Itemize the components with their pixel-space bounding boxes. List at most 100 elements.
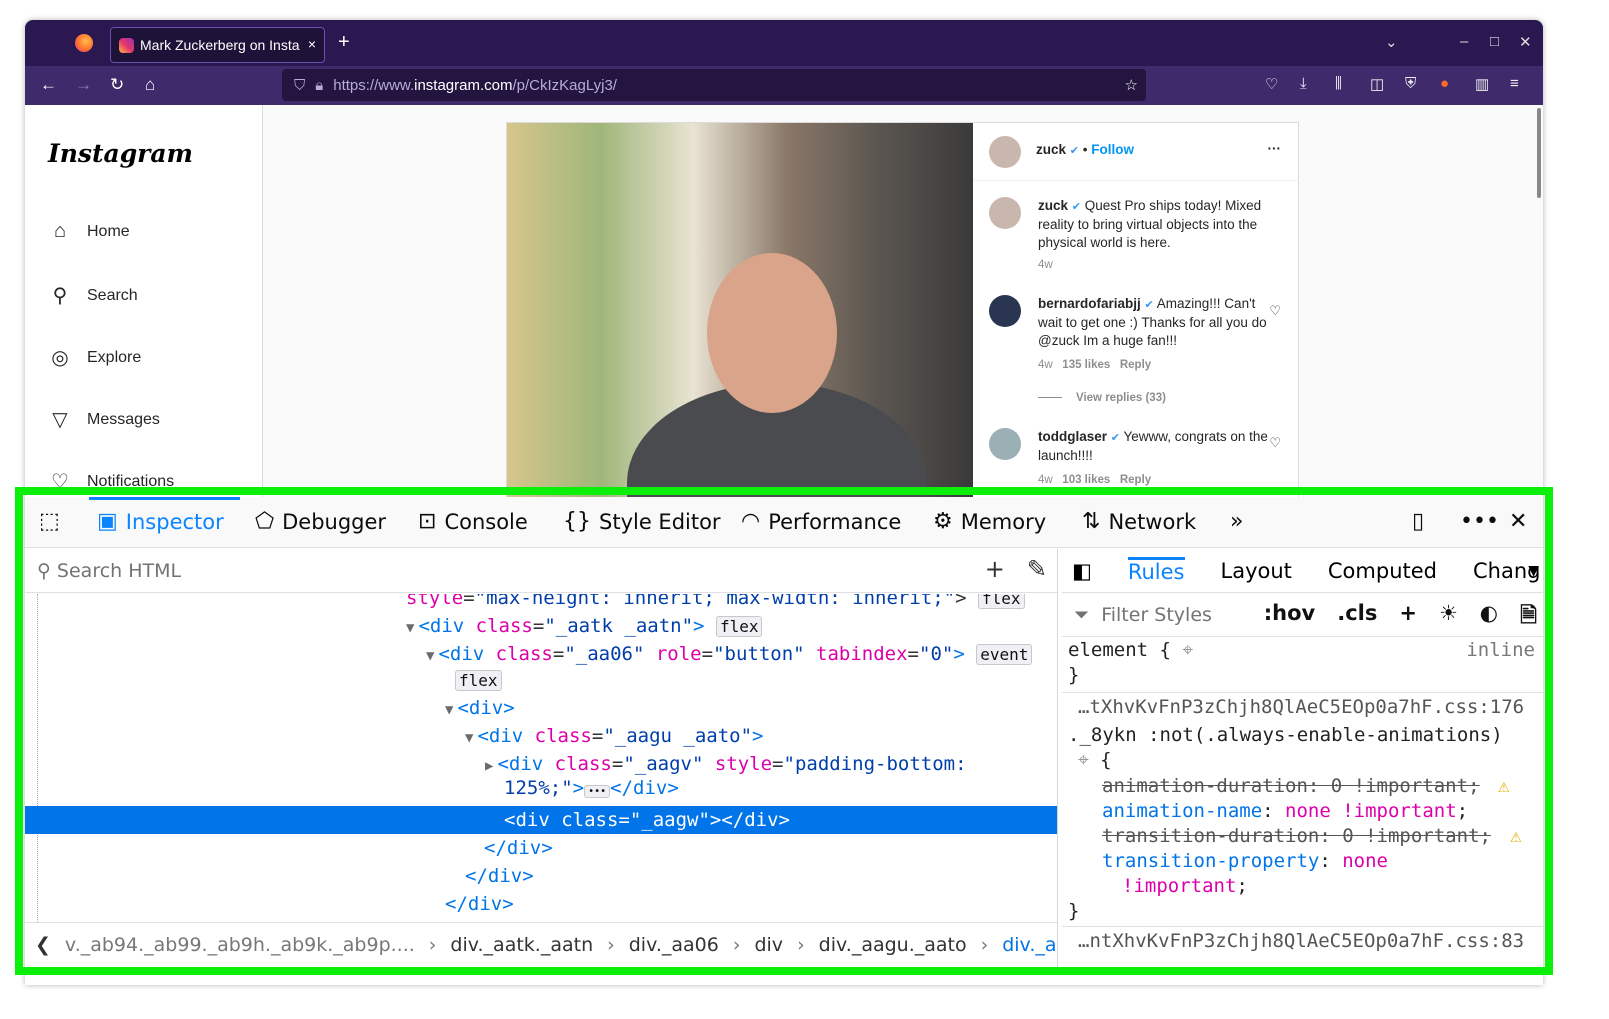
lock-icon[interactable]: 🔒︎ bbox=[315, 77, 323, 94]
nav-home[interactable]: ⌂ Home bbox=[48, 220, 130, 243]
breadcrumb-item[interactable]: div._aatk._aatn bbox=[450, 934, 593, 956]
home-icon[interactable]: ⌂ bbox=[145, 75, 155, 95]
follow-button[interactable]: Follow bbox=[1091, 142, 1134, 157]
more-tools-chevrons-icon[interactable]: » bbox=[1230, 509, 1243, 534]
node-highlight-icon[interactable]: ⌖ bbox=[1078, 749, 1089, 771]
bookmark-star-icon[interactable]: ☆ bbox=[1125, 76, 1138, 94]
like-comment-heart-icon[interactable]: ♡ bbox=[1269, 303, 1281, 319]
toggle-pane-icon[interactable]: ◧ bbox=[1072, 559, 1092, 583]
view-replies-button[interactable]: View replies (33) bbox=[1076, 392, 1166, 404]
tree-node[interactable]: ▼ <div class="_aa06" role="button" tabind… bbox=[426, 640, 1033, 668]
declaration-overridden[interactable]: animation-duration: 0 !important; bbox=[1102, 774, 1480, 799]
breadcrumb-scroll-left-icon[interactable]: ❮ bbox=[35, 934, 51, 956]
avatar[interactable] bbox=[989, 295, 1021, 327]
more-options-icon[interactable]: ••• bbox=[1460, 509, 1499, 534]
cls-toggle[interactable]: .cls bbox=[1337, 601, 1377, 636]
element-picker-icon[interactable]: ⬚ bbox=[39, 509, 60, 534]
tab-console[interactable]: ⊡ Console bbox=[418, 509, 528, 534]
declaration[interactable]: animation-name: none !important; bbox=[1102, 799, 1468, 824]
tab-layout[interactable]: Layout bbox=[1221, 559, 1292, 583]
declaration-overridden[interactable]: transition-duration: 0 !important; bbox=[1102, 824, 1491, 849]
tab-memory[interactable]: ⚙ Memory bbox=[933, 509, 1046, 534]
filter-styles-input[interactable]: ⏷ Filter Styles :hov .cls + ☀ ◐ 🗎︎ bbox=[1062, 593, 1543, 637]
sidebar-icon[interactable]: ◫ bbox=[1370, 75, 1384, 93]
flex-badge[interactable]: flex bbox=[715, 616, 763, 637]
avatar[interactable] bbox=[989, 428, 1021, 460]
author-username[interactable]: zuck bbox=[1036, 142, 1066, 157]
flex-badge[interactable]: flex bbox=[978, 594, 1025, 609]
more-options-icon[interactable]: ··· bbox=[1268, 141, 1282, 156]
tree-node-close[interactable]: </div> bbox=[445, 890, 514, 918]
page-scrollbar[interactable] bbox=[1537, 108, 1541, 198]
tab-network[interactable]: ⇅ Network bbox=[1082, 509, 1196, 534]
avatar[interactable] bbox=[989, 136, 1021, 168]
tab-instagram[interactable]: Mark Zuckerberg on Insta × bbox=[110, 27, 325, 63]
download-icon[interactable]: ⤓ bbox=[1300, 75, 1307, 92]
reply-button[interactable]: Reply bbox=[1120, 359, 1151, 371]
add-node-icon[interactable]: + bbox=[985, 555, 1005, 583]
tab-style-editor[interactable]: {} Style Editor bbox=[563, 509, 721, 534]
tab-debugger[interactable]: ⬠ Debugger bbox=[255, 509, 386, 534]
forward-icon[interactable]: → bbox=[75, 75, 92, 95]
tab-rules[interactable]: Rules bbox=[1127, 557, 1185, 584]
pocket-icon[interactable]: ♡ bbox=[1265, 75, 1278, 93]
close-window-icon[interactable]: ✕ bbox=[1519, 33, 1532, 51]
nav-explore[interactable]: ◎ Explore bbox=[48, 345, 141, 370]
comment-likes[interactable]: 135 likes bbox=[1062, 359, 1110, 371]
shield-icon[interactable]: ⛉ bbox=[294, 77, 305, 94]
extension-2-icon[interactable]: ▥ bbox=[1475, 75, 1489, 93]
url-bar[interactable]: ⛉ 🔒︎ https://www.instagram.com/p/CkIzKag… bbox=[282, 69, 1146, 101]
add-rule-icon[interactable]: + bbox=[1399, 601, 1417, 636]
caption-username[interactable]: zuck bbox=[1038, 198, 1068, 213]
dark-scheme-icon[interactable]: ◐ bbox=[1480, 601, 1498, 636]
avatar[interactable] bbox=[989, 197, 1021, 229]
declaration[interactable]: transition-property: none bbox=[1102, 849, 1388, 874]
tree-node[interactable]: ▼ <div class="_aatk _aatn"> flex bbox=[406, 612, 763, 640]
nav-notifications[interactable]: ♡ Notifications bbox=[48, 469, 174, 494]
breadcrumb-item[interactable]: div._aa06 bbox=[629, 934, 719, 956]
selected-tree-node[interactable]: <div class="_aagw"></div> bbox=[504, 806, 790, 834]
breadcrumb-item[interactable]: div._aagu._aato bbox=[819, 934, 967, 956]
nav-search[interactable]: ⚲ Search bbox=[48, 283, 138, 308]
post-photo[interactable] bbox=[507, 123, 973, 501]
library-icon[interactable]: ⫼ bbox=[1335, 75, 1342, 92]
breadcrumb-item-selected[interactable]: div._aagw bbox=[1002, 934, 1057, 956]
comment-username[interactable]: toddglaser bbox=[1038, 429, 1107, 444]
more-tabs-dropdown-icon[interactable]: ▼ bbox=[1528, 563, 1539, 579]
rule-selector[interactable]: ._8ykn :not(.always-enable-animations) bbox=[1068, 723, 1503, 748]
tree-node-close[interactable]: </div> bbox=[484, 834, 553, 862]
stylesheet-link[interactable]: …tXhvKvFnP3zChjh8QlAeC5EOp0a7hF.css:176 bbox=[1078, 695, 1524, 720]
menu-icon[interactable]: ≡ bbox=[1510, 75, 1519, 92]
tree-node[interactable]: ▼ <div> bbox=[445, 694, 515, 722]
breadcrumb-item[interactable]: div bbox=[754, 934, 783, 956]
search-html-input[interactable]: ⚲ Search HTML + ✎ bbox=[25, 549, 1057, 593]
tab-list-chevron-icon[interactable]: ⌄ bbox=[1385, 33, 1398, 51]
nav-messages[interactable]: ▽ Messages bbox=[48, 407, 160, 432]
minimize-icon[interactable]: – bbox=[1460, 33, 1468, 50]
back-icon[interactable]: ← bbox=[40, 75, 57, 95]
warning-icon[interactable]: ⚠ bbox=[1498, 774, 1509, 799]
collapsed-children-ellipsis[interactable]: ••• bbox=[584, 785, 611, 798]
instagram-logo[interactable]: Instagram bbox=[48, 139, 193, 168]
element-rule[interactable]: element { ⌖ bbox=[1068, 638, 1193, 663]
comment-username[interactable]: bernardofariabjj bbox=[1038, 296, 1141, 311]
responsive-design-icon[interactable]: ▯ bbox=[1412, 509, 1424, 534]
flex-badge[interactable]: flex bbox=[455, 670, 502, 691]
ublock-icon[interactable]: ⛨ bbox=[1405, 75, 1416, 92]
breadcrumb-item[interactable]: v._ab94._ab99._ab9h._ab9k._ab9p.... bbox=[65, 934, 415, 956]
tab-inspector[interactable]: ▣ Inspector bbox=[97, 509, 224, 534]
event-badge[interactable]: event bbox=[976, 644, 1033, 665]
like-comment-heart-icon[interactable]: ♡ bbox=[1269, 435, 1281, 451]
reload-icon[interactable]: ↻ bbox=[110, 75, 124, 95]
eyedropper-icon[interactable]: ✎ bbox=[1027, 555, 1047, 583]
maximize-icon[interactable]: □ bbox=[1490, 33, 1499, 50]
tree-node-cont[interactable]: 125%;"> ••• </div> bbox=[504, 774, 679, 802]
tree-node[interactable]: style="max-height: inherit; max-width: i… bbox=[406, 594, 1025, 612]
tab-computed[interactable]: Computed bbox=[1328, 559, 1437, 583]
close-tab-icon[interactable]: × bbox=[308, 36, 316, 52]
print-media-icon[interactable]: 🗎︎ bbox=[1520, 601, 1537, 636]
warning-icon[interactable]: ⚠ bbox=[1510, 824, 1521, 849]
extension-icon[interactable]: ● bbox=[1440, 75, 1449, 92]
new-tab-button[interactable]: + bbox=[338, 31, 350, 54]
stylesheet-link[interactable]: …ntXhvKvFnP3zChjh8QlAeC5EOp0a7hF.css:83 bbox=[1078, 929, 1524, 954]
